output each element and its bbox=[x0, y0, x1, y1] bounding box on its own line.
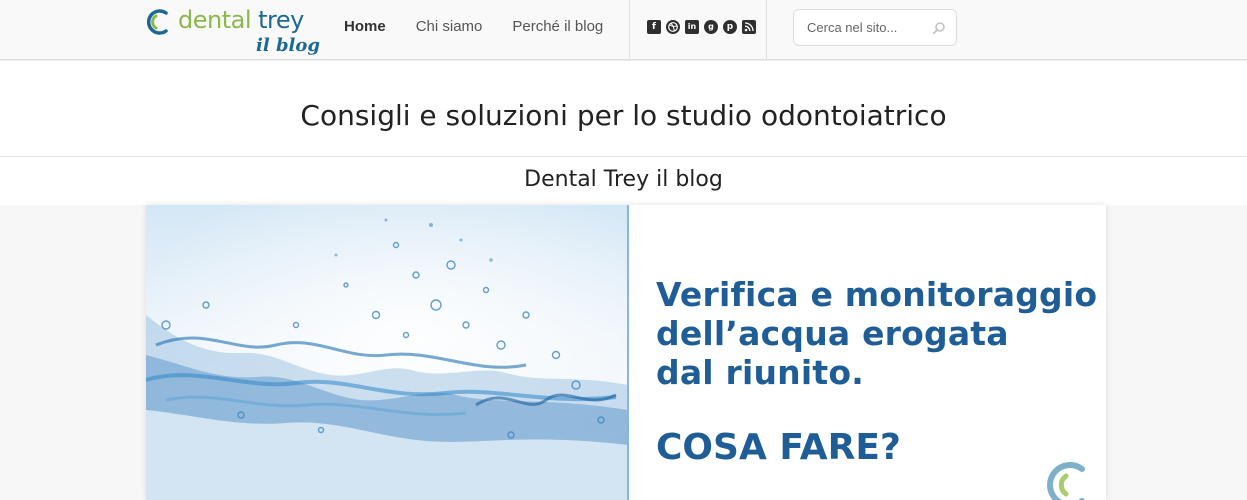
site-header: dental trey il blog Home Chi siamo Perch… bbox=[0, 0, 1247, 60]
banner-line-1: Verifica e monitoraggio bbox=[656, 275, 1098, 314]
rss-icon[interactable] bbox=[742, 20, 756, 34]
nav-item-chi-siamo[interactable]: Chi siamo bbox=[401, 0, 498, 60]
featured-banner[interactable]: Verifica e monitoraggio dell’acqua eroga… bbox=[146, 205, 1106, 500]
banner-line-2: dell’acqua erogata bbox=[656, 314, 1009, 353]
banner-headline: Verifica e monitoraggio dell’acqua eroga… bbox=[656, 275, 1098, 392]
search-box bbox=[793, 9, 957, 46]
logo-mark-icon bbox=[146, 9, 168, 35]
main-nav: Home Chi siamo Perché il blog bbox=[329, 0, 618, 60]
site-tagline: Consigli e soluzioni per lo studio odont… bbox=[300, 99, 947, 132]
logo-wordmark: dental trey bbox=[178, 6, 304, 34]
banner-line-3: dal riunito. bbox=[656, 353, 864, 392]
banner-divider bbox=[627, 205, 629, 500]
dribbble-icon[interactable] bbox=[666, 20, 680, 34]
google-plus-icon[interactable]: g bbox=[704, 20, 718, 34]
site-title[interactable]: Dental Trey il blog bbox=[0, 167, 1247, 192]
title-band: Dental Trey il blog bbox=[0, 156, 1247, 205]
logo-word-dental: dental bbox=[178, 6, 252, 34]
nav-item-perche-il-blog[interactable]: Perché il blog bbox=[497, 0, 618, 60]
linkedin-icon[interactable]: in bbox=[685, 20, 699, 34]
logo-word-trey: trey bbox=[258, 6, 304, 34]
facebook-icon[interactable]: f bbox=[647, 20, 661, 34]
logo-mark-icon bbox=[1047, 462, 1085, 500]
tagline-band: Consigli e soluzioni per lo studio odont… bbox=[0, 61, 1247, 156]
nav-item-home[interactable]: Home bbox=[329, 0, 401, 60]
search-input[interactable] bbox=[794, 10, 934, 45]
social-links: f in g p bbox=[629, 0, 767, 60]
search-icon[interactable] bbox=[932, 21, 946, 35]
site-logo[interactable]: dental trey il blog bbox=[145, 5, 320, 60]
pinterest-icon[interactable]: p bbox=[723, 20, 737, 34]
water-splash-image bbox=[146, 205, 628, 500]
logo-subtitle: il blog bbox=[256, 35, 320, 56]
banner-cta: COSA FARE? bbox=[656, 427, 901, 468]
